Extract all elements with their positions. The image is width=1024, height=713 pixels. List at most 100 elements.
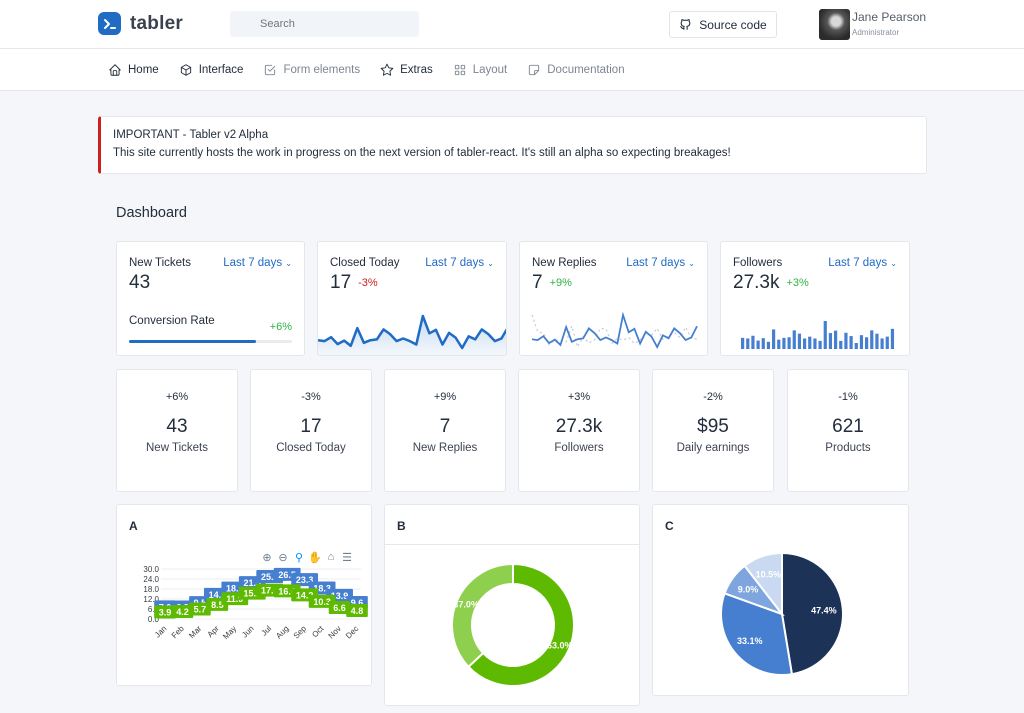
nav-item-layout[interactable]: Layout [453,63,508,77]
sparkline-bar [849,336,853,349]
sparkline-bar [818,340,822,349]
kpi-number: 7 [532,272,543,293]
source-code-button[interactable]: Source code [669,11,777,38]
github-icon [680,19,691,30]
sparkline-bar [787,337,791,349]
kpi-value: 7 +9% [532,272,572,294]
stat-label: New Tickets [146,442,208,454]
period-label: Last 7 days [626,257,686,269]
data-label: 4.8 [351,606,364,616]
sparkline-bar [756,340,760,349]
y-tick-label: 24.0 [143,575,159,584]
nav-label: Interface [198,63,244,76]
data-label: 5.7 [194,605,207,615]
kpi-label: Followers [733,257,783,269]
kpi-card-followers: Followers Last 7 days ⌄ 27.3k +3% [720,241,910,356]
nav-item-interface[interactable]: Interface [179,63,244,77]
slice-label: 47.4% [811,606,837,616]
x-tick-label: Sep [292,624,309,641]
source-code-label: Source code [699,17,767,32]
x-tick-label: Jan [153,624,168,639]
chevron-down-icon: ⌄ [285,259,292,268]
stat-value: $95 [697,416,729,437]
sparkline-bar [741,337,745,349]
x-tick-label: Dec [344,624,360,640]
sparkline-bar [834,330,838,349]
sparkline-bar [766,341,771,349]
x-tick-label: Nov [327,624,343,640]
donut-chart-b: 63.0% 37.0% [451,562,575,687]
stat-card-daily-earnings: -2% $95 Daily earnings [652,369,774,492]
sparkline-series-primary [531,311,698,349]
checkbox-icon [265,64,276,75]
sparkline-bar [854,343,858,349]
nav-item-extras[interactable]: Extras [380,63,433,77]
alert-text: This site currently hosts the work in pr… [113,147,731,159]
stat-value: 621 [832,416,864,437]
stat-delta: -2% [703,391,723,403]
kpi-delta: +9% [549,276,572,289]
stat-card-products: -1% 621 Products [787,369,909,492]
avatar [819,9,850,40]
x-tick-label: Aug [274,624,290,640]
user-role: Administrator [852,28,900,37]
brand-name: tabler [130,12,183,34]
sparkline-bar [870,330,874,349]
stat-card-followers: +3% 27.3k Followers [518,369,640,492]
x-tick-label: Jun [240,624,255,639]
pie-slice [451,562,514,669]
nav-item-form-elements[interactable]: Form elements [263,63,360,77]
sparkline-bar [890,328,895,349]
nav-item-home[interactable]: Home [108,63,159,77]
search-input[interactable] [230,11,419,37]
kpi-value: 27.3k +3% [733,272,809,294]
stat-value: 17 [300,416,322,437]
nav-label: Layout [472,63,508,76]
data-label: 3.9 [159,608,172,618]
sparkline-bar [808,336,812,349]
slice-label: 10.5% [756,569,782,579]
line-chart-a: 30.024.018.012.06.00.0Jan Feb Mar Apr May Jun… [143,565,368,641]
stat-delta: +9% [433,391,457,403]
sparkline-bar [751,335,755,349]
period-dropdown[interactable]: Last 7 days ⌄ [223,257,292,269]
new-replies-sparkline [531,311,698,349]
sparkline-bar [844,332,848,349]
nav-label: Form elements [283,63,361,76]
conversion-delta: +6% [269,321,292,333]
sparkline-bar [803,338,807,349]
sparkline-bar [746,338,750,349]
period-label: Last 7 days [223,257,283,269]
kpi-label: New Replies [532,257,597,269]
user-menu[interactable]: Jane Pearson Administrator [819,9,926,40]
chevron-down-icon: ⌄ [487,259,494,268]
period-dropdown[interactable]: Last 7 days ⌄ [626,257,695,269]
stat-label: New Replies [412,442,478,454]
alert-important: IMPORTANT - Tabler v2 Alpha This site cu… [98,116,927,174]
slice-label: 63.0% [547,640,573,650]
x-tick-label: Feb [170,624,187,641]
conversion-label: Conversion Rate [129,315,215,327]
star-icon [380,63,394,76]
layout-grid-icon [454,64,465,75]
period-dropdown[interactable]: Last 7 days ⌄ [828,257,897,269]
kpi-delta: +3% [786,276,809,289]
stat-card-closed-today: -3% 17 Closed Today [250,369,372,492]
stat-delta: +3% [567,391,591,403]
sparkline-bar [885,336,889,349]
sparkline-bar [772,329,776,349]
conversion-progress [129,340,292,343]
sparkline-bar [761,338,765,349]
x-tick-label: Jul [260,624,274,638]
slice-label: 37.0% [453,600,479,610]
sparkline-bar [797,333,802,349]
period-dropdown[interactable]: Last 7 days ⌄ [425,257,494,269]
alert-title: IMPORTANT - Tabler v2 Alpha [113,129,269,141]
x-tick-label: May [221,624,238,641]
brand-logo[interactable]: tabler [98,12,183,35]
progress-fill [129,340,257,343]
data-label: 4.2 [176,607,189,617]
sparkline-bar [828,333,833,349]
data-label: 6.6 [333,603,346,613]
nav-item-documentation[interactable]: Documentation [527,63,625,77]
